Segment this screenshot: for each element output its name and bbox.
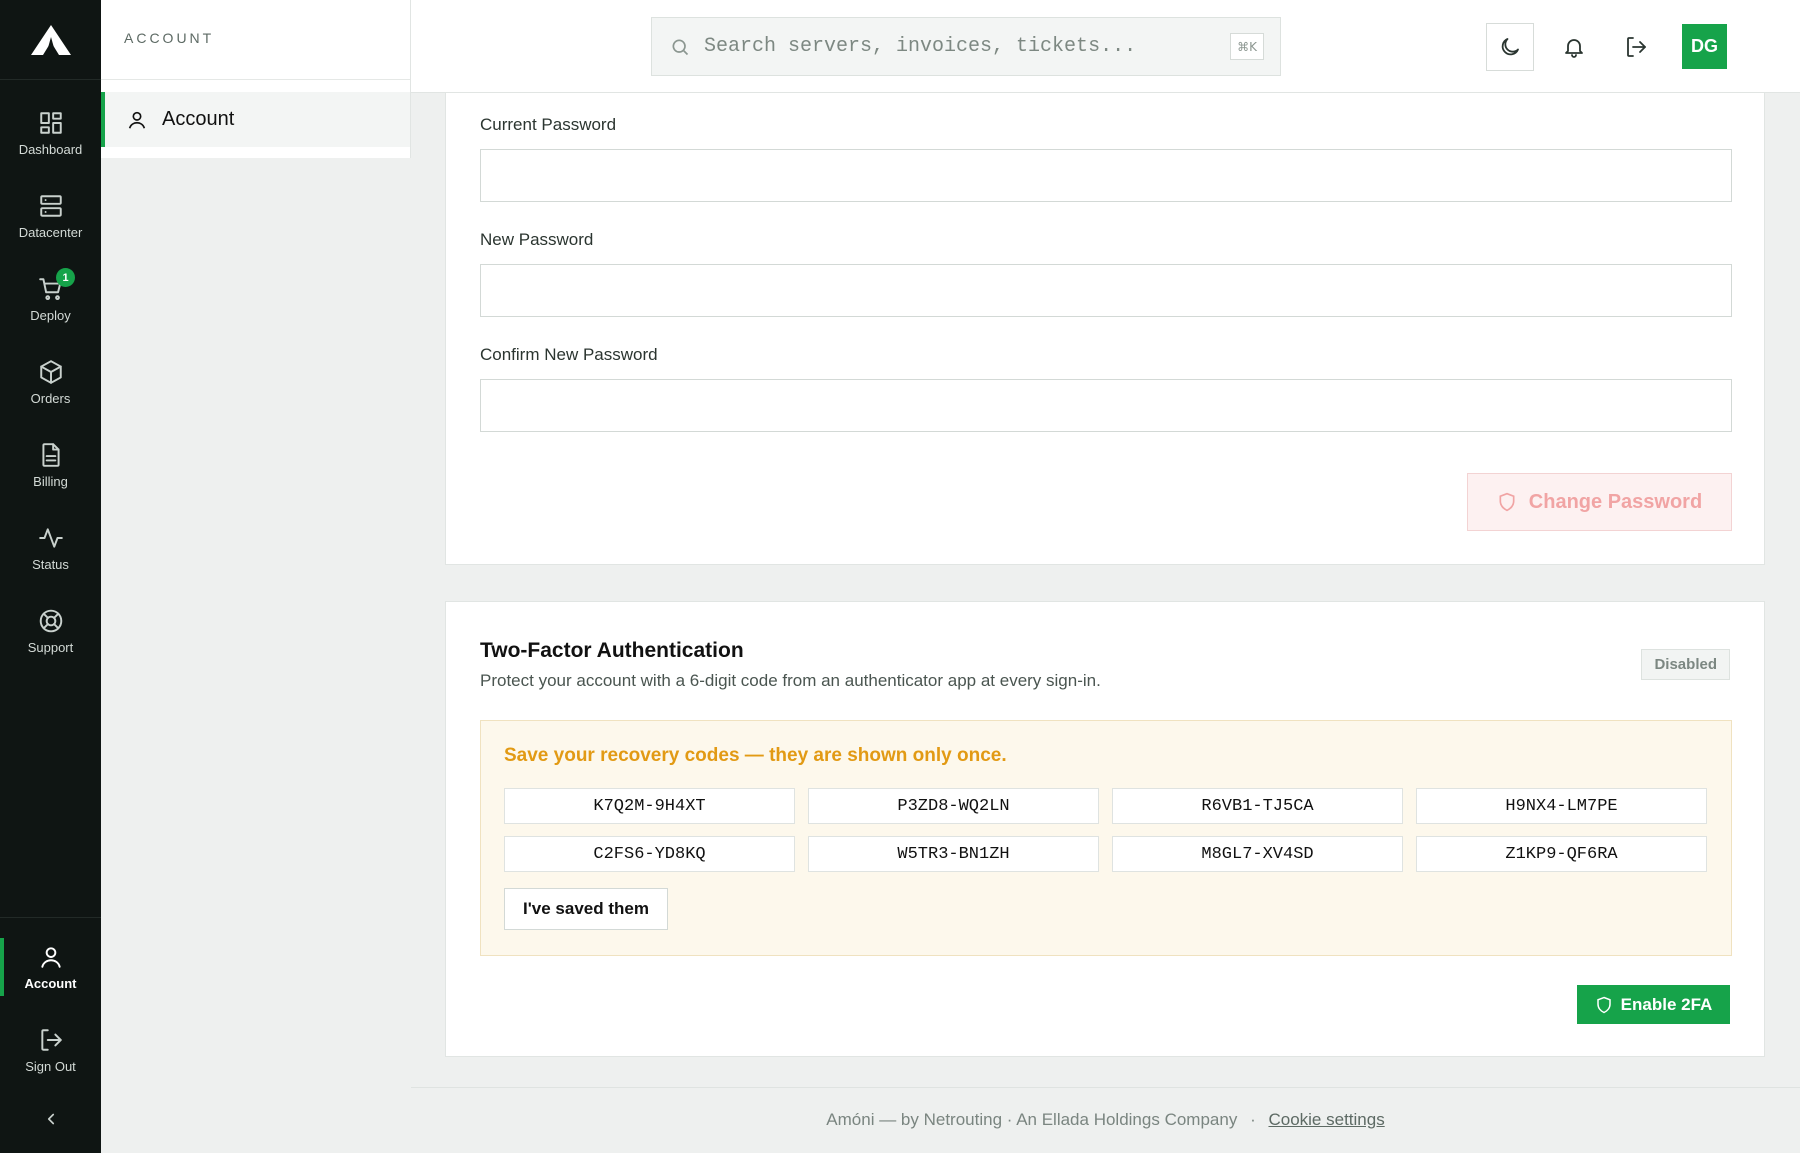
logo-icon [30,24,71,55]
footer-divider [411,1087,1800,1088]
saved-codes-button[interactable]: I've saved them [504,888,668,930]
chevron-left-icon [47,1113,54,1125]
cookie-settings-link[interactable]: Cookie settings [1268,1110,1384,1129]
moon-icon [1501,38,1519,56]
rail-label: Billing [33,473,68,489]
two-factor-title: Two-Factor Authentication [480,639,744,662]
new-password-label: New Password [480,230,594,249]
recovery-codes-panel: Save your recovery codes — they are show… [480,720,1732,956]
recovery-code: H9NX4-LM7PE [1416,788,1707,824]
recovery-code: R6VB1-TJ5CA [1112,788,1403,824]
subnav-heading: ACCOUNT [101,0,410,80]
enable-2fa-label: Enable 2FA [1620,994,1713,1014]
subnav-item-label: Account [162,108,235,130]
rail-label: Status [32,556,69,572]
bell-icon [1565,39,1583,58]
server-icon [39,194,62,217]
rail-label: Datacenter [18,224,83,240]
recovery-code: W5TR3-BN1ZH [808,836,1099,872]
shield-icon [1596,996,1611,1013]
rail-item-deploy[interactable]: 1 Deploy [0,260,101,338]
sign-out-icon [1627,37,1646,57]
change-password-label: Change Password [1528,490,1703,513]
rail-item-status[interactable]: Status [0,509,101,587]
page-footer: Amóni — by Netrouting · An Ellada Holdin… [411,1110,1800,1130]
rail-item-orders[interactable]: Orders [0,343,101,421]
recovery-code: Z1KP9-QF6RA [1416,836,1707,872]
confirm-password-label: Confirm New Password [480,345,658,364]
current-password-label: Current Password [480,115,617,134]
search-icon [672,39,689,55]
change-password-card: Current Password New Password Confirm Ne… [445,93,1765,565]
shield-icon [1499,492,1515,512]
two-factor-description: Protect your account with a 6-digit code… [480,671,1101,690]
user-icon [40,946,61,968]
two-factor-card: Two-Factor Authentication Protect your a… [445,601,1765,1057]
new-password-field[interactable] [480,264,1732,317]
cart-count-badge: 1 [56,268,75,287]
status-badge: Disabled [1641,649,1730,680]
recovery-code: C2FS6-YD8KQ [504,836,795,872]
rail-item-account[interactable]: Account [0,932,101,1002]
lifebuoy-icon [39,609,62,632]
rail-item-support[interactable]: Support [0,592,101,670]
search-box[interactable]: ⌘K [651,17,1281,76]
current-password-field[interactable] [480,149,1732,202]
subnav-item-account[interactable]: Account [101,92,410,147]
search-shortcut-hint: ⌘K [1230,33,1264,60]
rail-label: Orders [30,390,71,406]
collapse-rail-button[interactable] [0,1102,101,1136]
rail-label: Sign Out [25,1058,76,1074]
footer-text: Amóni — by Netrouting · An Ellada Holdin… [826,1110,1238,1129]
user-avatar[interactable]: DG [1682,24,1727,69]
theme-toggle-button[interactable] [1486,23,1534,71]
account-subnav: ACCOUNT Account [101,0,411,158]
sign-out-button[interactable] [1612,23,1660,71]
notifications-button[interactable] [1550,23,1598,71]
search-input[interactable] [704,35,1204,58]
activity-icon [38,527,63,548]
confirm-password-field[interactable] [480,379,1732,432]
rail-item-datacenter[interactable]: Datacenter [0,177,101,255]
footer-separator: · [1250,1110,1256,1129]
dashboard-icon [39,111,62,134]
enable-2fa-button[interactable]: Enable 2FA [1577,985,1730,1024]
rail-label: Deploy [30,307,71,323]
top-bar: ⌘K DG [411,0,1800,93]
rail-item-dashboard[interactable]: Dashboard [0,94,101,172]
brand-logo[interactable] [0,0,101,80]
recovery-code: M8GL7-XV4SD [1112,836,1403,872]
recovery-code: P3ZD8-WQ2LN [808,788,1099,824]
rail-item-sign-out[interactable]: Sign Out [0,1015,101,1085]
user-icon [128,111,146,129]
document-icon [41,442,60,467]
side-rail: Dashboard Datacenter 1 Deploy Orders Bil… [0,0,101,1153]
rail-divider [0,917,101,918]
sign-out-icon [40,1028,62,1051]
rail-label: Support [27,639,74,655]
recovery-codes-title: Save your recovery codes — they are show… [504,745,1007,766]
recovery-code: K7Q2M-9H4XT [504,788,795,824]
rail-label: Dashboard [18,141,83,157]
rail-item-billing[interactable]: Billing [0,426,101,504]
change-password-button[interactable]: Change Password [1467,473,1732,531]
rail-label: Account [24,975,77,991]
box-icon [39,359,62,384]
